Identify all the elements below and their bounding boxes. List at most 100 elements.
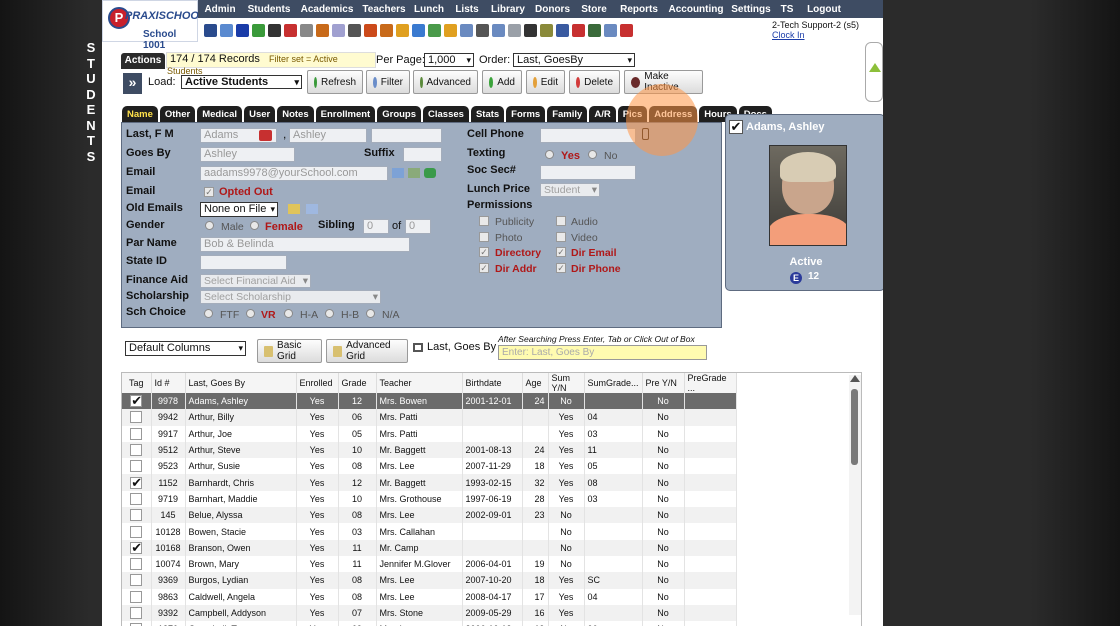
table-row[interactable]: 9863 Caldwell, Angela Yes 08 Mrs. Lee 2008-04…	[122, 588, 737, 605]
expand-double-chevron-icon[interactable]: »	[123, 73, 142, 94]
nav-academics[interactable]: Academics	[296, 0, 358, 18]
table-row[interactable]: 145 Belue, Alyssa Yes 08 Mrs. Lee 2002-09-01 2…	[122, 507, 737, 524]
clock-in-link[interactable]: Clock In	[772, 30, 859, 40]
column-header[interactable]: Age	[522, 373, 549, 393]
opted-out-checkbox[interactable]: ✓	[204, 187, 214, 197]
nav-library[interactable]: Library	[486, 0, 530, 18]
megaphone-icon[interactable]	[332, 23, 345, 37]
basic-grid-button[interactable]: Basic Grid	[257, 339, 322, 363]
table-row[interactable]: 9392 Campbell, Addyson Yes 07 Mrs. Stone 2009…	[122, 604, 737, 622]
column-header[interactable]: Last, Goes By	[185, 373, 297, 393]
person-icon[interactable]	[348, 23, 361, 37]
nav-reports[interactable]: Reports	[613, 0, 665, 18]
first-name-input[interactable]: Ashley	[289, 128, 367, 143]
nav-store[interactable]: Store	[575, 0, 613, 18]
load-select[interactable]: Active Students	[181, 75, 302, 89]
row-tag-checkbox[interactable]	[130, 411, 143, 424]
card-select-checkbox[interactable]: ✔	[729, 120, 743, 134]
email-verify-icon[interactable]	[424, 168, 436, 178]
people-icon[interactable]	[204, 23, 217, 37]
column-header[interactable]: Teacher	[376, 373, 463, 393]
dir-phone-checkbox[interactable]: ✓	[556, 263, 566, 273]
goes-by-input[interactable]: Ashley	[200, 147, 295, 162]
row-tag-checkbox[interactable]	[130, 393, 143, 409]
table-row[interactable]: 9978Adams, AshleyYes12Mrs. Bowen2001-12-…	[122, 393, 737, 410]
state-id-input[interactable]	[200, 255, 287, 270]
tab-enrollment[interactable]: Enrollment	[315, 106, 376, 122]
texting-yes-radio[interactable]	[545, 150, 554, 159]
search-input[interactable]: Enter: Last, Goes By	[498, 345, 707, 360]
email-input[interactable]: aadams9978@yourSchool.com	[200, 166, 388, 181]
sibling-of-input[interactable]: 0	[405, 219, 431, 234]
column-header[interactable]: Birthdate	[462, 373, 523, 393]
pdf-icon[interactable]	[572, 23, 585, 37]
person-orange-icon[interactable]	[380, 23, 393, 37]
tab-groups[interactable]: Groups	[377, 106, 422, 122]
column-header[interactable]: Id #	[151, 373, 186, 393]
nav-lunch[interactable]: Lunch	[410, 0, 448, 18]
tab-other[interactable]: Other	[159, 106, 196, 122]
per-page-select[interactable]: 1,000	[424, 53, 474, 67]
email-compose-icon[interactable]	[392, 168, 404, 178]
nav-donors[interactable]: Donors	[530, 0, 575, 18]
grid-scrollbar[interactable]	[849, 375, 861, 615]
tab-family[interactable]: Family	[547, 106, 588, 122]
sch-choice-ha-radio[interactable]	[284, 309, 293, 318]
food-icon[interactable]	[396, 23, 409, 37]
group-icon[interactable]	[460, 23, 473, 37]
par-name-input[interactable]: Bob & Belinda	[200, 237, 410, 252]
finance-aid-select[interactable]: Select Financial Aid	[200, 274, 311, 288]
sch-choice-na-radio[interactable]	[366, 309, 375, 318]
row-tag-checkbox[interactable]	[130, 525, 143, 538]
mail-list-icon[interactable]	[306, 204, 318, 214]
cell-phone-input[interactable]	[540, 128, 636, 143]
texting-no-radio[interactable]	[588, 150, 597, 159]
advanced-grid-button[interactable]: Advanced Grid	[326, 339, 408, 363]
column-header[interactable]: Enrolled	[296, 373, 339, 393]
row-tag-checkbox[interactable]	[130, 475, 143, 491]
row-tag-checkbox[interactable]	[130, 460, 143, 473]
row-tag-checkbox[interactable]	[130, 509, 143, 522]
delete-button[interactable]: Delete	[569, 70, 620, 94]
printer-icon[interactable]	[413, 343, 423, 352]
table-row[interactable]: 9942 Arthur, Billy Yes 06 Mrs. Patti Yes 04 No	[122, 409, 737, 426]
nav-logout[interactable]: Logout	[799, 0, 849, 18]
speaker-icon[interactable]	[284, 23, 297, 37]
calendar-icon[interactable]	[220, 23, 233, 37]
nav-teachers[interactable]: Teachers	[358, 0, 410, 18]
side-panel-handle[interactable]	[865, 42, 883, 102]
row-tag-checkbox[interactable]	[130, 444, 143, 457]
table-icon[interactable]	[492, 23, 505, 37]
tab-ar[interactable]: A/R	[589, 106, 616, 122]
book-icon[interactable]	[412, 23, 425, 37]
envelope-icon[interactable]	[288, 204, 300, 214]
row-tag-checkbox[interactable]	[130, 607, 143, 619]
student-photo[interactable]	[769, 145, 847, 246]
table-row[interactable]: 9523 Arthur, Susie Yes 08 Mrs. Lee 2007-11-29…	[122, 458, 737, 475]
sheet-icon[interactable]	[556, 23, 569, 37]
soc-sec-input[interactable]	[540, 165, 636, 180]
table-row[interactable]: 9512 Arthur, Steve Yes 10 Mr. Baggett 2001-08…	[122, 441, 737, 459]
photo-checkbox[interactable]	[479, 232, 489, 242]
tab-user[interactable]: User	[244, 106, 276, 122]
table-row[interactable]: 10074 Brown, Mary Yes 11 Jennifer M.Glover 20…	[122, 555, 737, 573]
tab-forms[interactable]: Forms	[506, 106, 546, 122]
contact-card-icon[interactable]	[259, 130, 272, 141]
columns-select[interactable]: Default Columns	[125, 341, 246, 356]
old-emails-select[interactable]: None on File	[200, 202, 278, 217]
column-header[interactable]: Pre Y/N	[642, 373, 685, 393]
row-tag-checkbox[interactable]	[130, 590, 143, 603]
scroll-up-arrow-icon[interactable]	[850, 375, 860, 382]
table-row[interactable]: 9719 Barnhart, Maddie Yes 10 Mrs. Grothouse 1…	[122, 490, 737, 508]
scrollbar-thumb[interactable]	[851, 389, 858, 465]
help-icon[interactable]	[604, 23, 617, 37]
pencil-icon[interactable]	[444, 23, 457, 37]
tab-name[interactable]: Name	[122, 106, 158, 122]
list-icon[interactable]	[508, 23, 521, 37]
sibling-input[interactable]: 0	[363, 219, 389, 234]
calendar-red-icon[interactable]	[316, 23, 329, 37]
column-header[interactable]: SumGrade...	[584, 373, 643, 393]
video-checkbox[interactable]	[556, 232, 566, 242]
at-sign-icon[interactable]	[236, 23, 249, 37]
filter-button[interactable]: Filter	[366, 70, 410, 94]
